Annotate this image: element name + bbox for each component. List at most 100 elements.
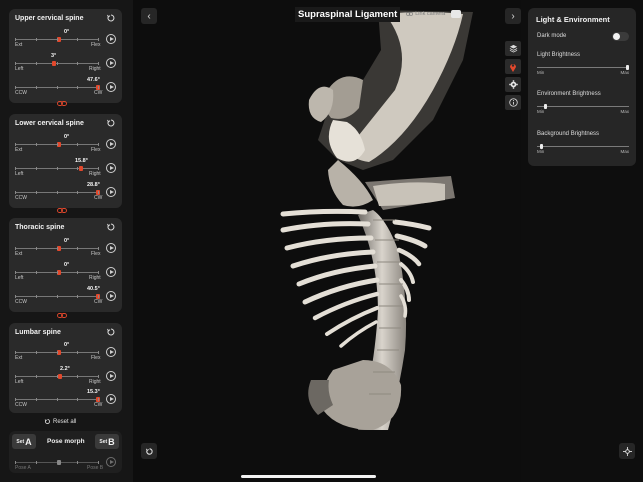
slider-value: 40.5° (87, 286, 100, 292)
slider-tick (98, 398, 99, 401)
slider-lateral[interactable]: 15.8° Left Right (15, 158, 116, 178)
section-reset-icon[interactable] (106, 13, 116, 23)
camera-icon[interactable] (451, 10, 462, 18)
slider-max-label: CW (94, 299, 103, 305)
play-button[interactable] (106, 291, 116, 301)
slider-min-label: Left (15, 66, 24, 72)
slider-flexion[interactable]: 0° Ext Flex (15, 134, 116, 154)
structure-title[interactable]: Supraspinal Ligament (295, 6, 401, 22)
slider-tick (57, 247, 58, 250)
dark-mode-toggle[interactable] (612, 32, 629, 41)
undo-icon (145, 447, 153, 455)
play-button[interactable] (106, 163, 116, 173)
slider-max-label: CW (94, 195, 103, 201)
slider-tick (98, 247, 99, 250)
3d-viewport[interactable]: ‹ › Supraspinal Ligament Link camera (133, 0, 521, 482)
play-button[interactable] (106, 82, 116, 92)
slider-rotation[interactable]: 15.3° CCW CW (15, 389, 116, 409)
slider-min-label: Ext (15, 355, 23, 361)
settings-button[interactable] (505, 77, 521, 92)
slider-min-label: Pose A (15, 465, 31, 471)
slider-lateral[interactable]: 2.2° Left Right (15, 366, 116, 386)
slider-tick (77, 295, 78, 298)
slider-flexion[interactable]: 0° Ext Flex (15, 29, 116, 49)
panel-title: Light & Environment (536, 15, 610, 24)
collapse-left-button[interactable]: ‹ (141, 8, 157, 24)
gear-icon (508, 80, 518, 89)
background-brightness-slider[interactable] (537, 146, 629, 147)
pose-letter: B (108, 436, 115, 447)
play-button[interactable] (106, 267, 116, 277)
play-button[interactable] (106, 139, 116, 149)
slider-min-label: Left (15, 275, 24, 281)
slider-thumb[interactable] (79, 166, 83, 171)
link-icon[interactable] (57, 101, 67, 106)
slider-lateral[interactable]: 0° Left Right (15, 262, 116, 282)
light-brightness-slider[interactable] (537, 67, 629, 68)
collapse-right-button[interactable]: › (505, 8, 521, 24)
link-icon[interactable] (57, 208, 67, 213)
play-button[interactable] (106, 34, 116, 44)
slider-tick (57, 86, 58, 89)
link-icon[interactable] (57, 313, 67, 318)
play-button[interactable] (106, 58, 116, 68)
slider-tick (15, 375, 16, 378)
reset-all-button[interactable]: Reset all (44, 418, 76, 425)
slider-tick (15, 143, 16, 146)
spine-model[interactable] (133, 0, 521, 482)
link-camera-toggle[interactable]: Link camera (406, 11, 445, 17)
section-upper-cervical: Upper cervical spine 0° Ext Flex 3° Left… (9, 9, 122, 103)
slider-value: 3° (51, 53, 57, 59)
environment-brightness-slider[interactable] (537, 106, 629, 107)
play-button[interactable] (106, 187, 116, 197)
section-reset-icon[interactable] (106, 222, 116, 232)
slider-tick (98, 375, 99, 378)
recenter-view-button[interactable] (619, 443, 635, 459)
slider-value: 2.2° (60, 366, 70, 372)
slider-tick (36, 461, 37, 464)
slider-flexion[interactable]: 0° Ext Flex (15, 238, 116, 258)
light-brightness-label: Light Brightness (537, 52, 581, 58)
slider-tick (98, 38, 99, 41)
slider-tick (36, 375, 37, 378)
slider-tick (77, 38, 78, 41)
set-pose-a-button[interactable]: Set A (12, 434, 36, 449)
slider-rotation[interactable]: 40.5° CCW CW (15, 286, 116, 306)
slider-rotation[interactable]: 47.6° CCW CW (15, 77, 116, 97)
info-button[interactable] (505, 95, 521, 110)
slider-tick (77, 86, 78, 89)
play-button[interactable] (106, 394, 116, 404)
slider-thumb[interactable] (58, 374, 62, 379)
slider-max-label: CW (94, 402, 103, 408)
slider-thumb[interactable] (52, 61, 56, 66)
slider-value: 0° (64, 262, 70, 268)
slider-min-label: Left (15, 171, 24, 177)
undo-button[interactable] (141, 443, 157, 459)
pin-button[interactable] (505, 59, 521, 74)
slider-tick (15, 295, 16, 298)
play-button[interactable] (106, 457, 116, 467)
slider-tick (36, 295, 37, 298)
set-pose-b-button[interactable]: Set B (95, 434, 119, 449)
info-icon (508, 98, 518, 107)
slider-min-label: CCW (15, 299, 27, 305)
slider-rotation[interactable]: 28.8° CCW CW (15, 182, 116, 202)
layers-button[interactable] (505, 41, 521, 56)
slider-tick (57, 375, 58, 378)
home-indicator[interactable] (241, 475, 376, 478)
slider-tick (15, 271, 16, 274)
slider-tick (57, 62, 58, 65)
play-button[interactable] (106, 371, 116, 381)
reset-all-label: Reset all (53, 418, 77, 425)
section-title: Upper cervical spine (15, 15, 84, 22)
toggle-knob (613, 33, 620, 40)
slider-min-label: CCW (15, 195, 27, 201)
slider-lateral[interactable]: 3° Left Right (15, 53, 116, 73)
slider-flexion[interactable]: 0° Ext Flex (15, 342, 116, 362)
section-reset-icon[interactable] (106, 118, 116, 128)
section-title: Thoracic spine (15, 224, 65, 231)
play-button[interactable] (106, 347, 116, 357)
play-button[interactable] (106, 243, 116, 253)
pose-morph-slider[interactable]: Pose A Pose B (15, 452, 116, 472)
section-reset-icon[interactable] (106, 327, 116, 337)
